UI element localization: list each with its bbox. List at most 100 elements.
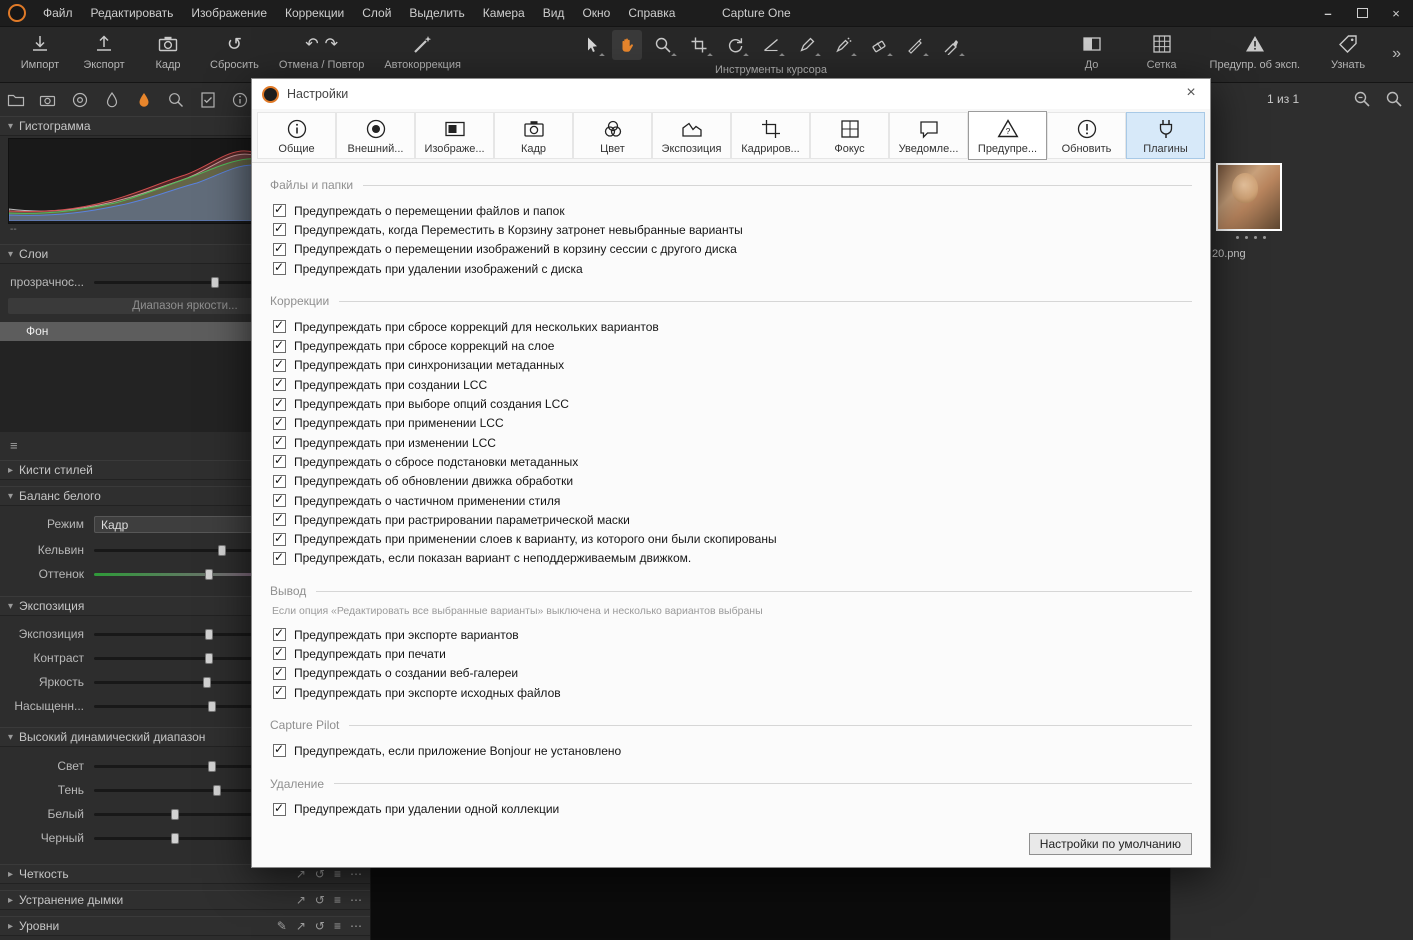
- menu-icon[interactable]: ≡: [334, 867, 341, 881]
- more-icon[interactable]: ⋯: [350, 919, 362, 933]
- menu-select[interactable]: Выделить: [400, 0, 473, 26]
- tool-tab-adjustments-selected[interactable]: [132, 88, 156, 112]
- toolbar-learn-button[interactable]: Узнать: [1318, 26, 1378, 82]
- warning-checkbox[interactable]: [273, 645, 286, 661]
- toolbar-autocorrect-button[interactable]: Автокоррекция: [376, 26, 469, 82]
- pref-tab-capture[interactable]: Кадр: [494, 112, 573, 159]
- copy-icon[interactable]: ↗: [296, 867, 306, 881]
- exposure-slider-handle-2[interactable]: [202, 677, 211, 688]
- pref-tab-plugins[interactable]: Плагины: [1126, 112, 1205, 159]
- exposure-slider-handle-1[interactable]: [205, 653, 214, 664]
- wb-slider-handle-0[interactable]: [218, 545, 227, 556]
- copy-icon[interactable]: ↗: [296, 919, 306, 933]
- dialog-close-icon[interactable]: ×: [1180, 82, 1202, 104]
- tool-tab-library[interactable]: [4, 88, 28, 112]
- layer-options-icon[interactable]: ≡: [10, 438, 18, 453]
- warning-checkbox[interactable]: [273, 801, 286, 816]
- cursor-tool-finepen[interactable]: [900, 30, 930, 60]
- toolbar-undo_redo-button[interactable]: ↶ ↷ Отмена / Повтор: [271, 26, 372, 82]
- toolbar-grid-button[interactable]: Сетка: [1132, 26, 1192, 82]
- picker-icon[interactable]: ✎: [277, 919, 287, 933]
- cursor-tool-marker[interactable]: [936, 30, 966, 60]
- warning-checkbox[interactable]: [273, 626, 286, 642]
- warning-checkbox[interactable]: [273, 241, 286, 256]
- close-window-button[interactable]: ×: [1379, 0, 1413, 26]
- cursor-tool-straighten[interactable]: [756, 30, 786, 60]
- warning-checkbox[interactable]: [273, 415, 286, 430]
- warning-checkbox[interactable]: [273, 511, 286, 527]
- menu-help[interactable]: Справка: [619, 0, 684, 26]
- toolbar-capture-button[interactable]: Кадр: [138, 26, 198, 82]
- warning-checkbox[interactable]: [273, 453, 286, 469]
- cursor-tool-dotpen[interactable]: [828, 30, 858, 60]
- menu-adjustments[interactable]: Коррекции: [276, 0, 353, 26]
- warning-checkbox[interactable]: [273, 221, 286, 237]
- pref-tab-notifications[interactable]: Уведомле...: [889, 112, 968, 159]
- warning-checkbox[interactable]: [273, 357, 286, 372]
- pref-tab-appearance[interactable]: Внешний...: [336, 112, 415, 159]
- warning-checkbox[interactable]: [273, 260, 286, 276]
- levels-panel-header[interactable]: ▸ Уровни ✎ ↗ ↺ ≡ ⋯: [0, 916, 370, 936]
- pref-tab-general[interactable]: Общие: [257, 112, 336, 159]
- menu-edit[interactable]: Редактировать: [82, 0, 183, 26]
- warning-checkbox[interactable]: [273, 492, 286, 507]
- warning-checkbox[interactable]: [273, 376, 286, 392]
- toolbar-reset-button[interactable]: ↺ Сбросить: [202, 26, 267, 82]
- cursor-tool-rotate[interactable]: [720, 30, 750, 60]
- defaults-button[interactable]: Настройки по умолчанию: [1028, 833, 1192, 855]
- tool-tab-lens[interactable]: [68, 88, 92, 112]
- warning-checkbox[interactable]: [273, 531, 286, 546]
- menu-view[interactable]: Вид: [534, 0, 574, 26]
- pref-tab-warnings[interactable]: ? Предупре...: [968, 111, 1047, 160]
- warning-checkbox[interactable]: [273, 684, 286, 700]
- menu-file[interactable]: Файл: [34, 0, 82, 26]
- menu-icon[interactable]: ≡: [334, 919, 341, 933]
- warning-checkbox[interactable]: [273, 338, 286, 353]
- more-icon[interactable]: ⋯: [350, 867, 362, 881]
- reset-icon[interactable]: ↺: [315, 893, 325, 907]
- warning-checkbox[interactable]: [273, 550, 286, 565]
- pref-tab-image[interactable]: Изображе...: [415, 112, 494, 159]
- pref-tab-update[interactable]: Обновить: [1047, 112, 1126, 159]
- menu-camera[interactable]: Камера: [474, 0, 534, 26]
- copy-icon[interactable]: ↗: [296, 893, 306, 907]
- exposure-slider-handle-0[interactable]: [205, 629, 214, 640]
- warning-checkbox[interactable]: [273, 473, 286, 488]
- dialog-titlebar[interactable]: Настройки ×: [252, 79, 1210, 110]
- tool-tab-ink[interactable]: [100, 88, 124, 112]
- cursor-tool-pan[interactable]: [612, 30, 642, 60]
- cursor-tool-loupe[interactable]: [648, 30, 678, 60]
- menu-layer[interactable]: Слой: [353, 0, 400, 26]
- pref-tab-focus[interactable]: Фокус: [810, 112, 889, 159]
- toolbar-export-button[interactable]: Экспорт: [74, 26, 134, 82]
- tool-tab-zoom[interactable]: [164, 88, 188, 112]
- exposure-slider-handle-3[interactable]: [207, 701, 216, 712]
- reset-icon[interactable]: ↺: [315, 919, 325, 933]
- opacity-slider-handle[interactable]: [210, 277, 219, 288]
- menu-window[interactable]: Окно: [573, 0, 619, 26]
- warning-checkbox[interactable]: [273, 742, 286, 758]
- menu-icon[interactable]: ≡: [334, 893, 341, 907]
- warning-checkbox[interactable]: [273, 396, 286, 411]
- cursor-tool-pointer[interactable]: [576, 30, 606, 60]
- toolbar-import-button[interactable]: Импорт: [10, 26, 70, 82]
- search-icon[interactable]: [1385, 90, 1403, 111]
- tool-tab-capture[interactable]: [36, 88, 60, 112]
- hdr-slider-handle-2[interactable]: [171, 809, 180, 820]
- cursor-tool-pen[interactable]: [792, 30, 822, 60]
- reset-icon[interactable]: ↺: [315, 867, 325, 881]
- pref-tab-color[interactable]: Цвет: [573, 112, 652, 159]
- menu-image[interactable]: Изображение: [182, 0, 276, 26]
- pref-tab-exposure[interactable]: Экспозиция: [652, 112, 731, 159]
- toolbar-exposure_warning-button[interactable]: Предупр. об эксп.: [1202, 26, 1309, 82]
- warning-checkbox[interactable]: [273, 202, 286, 218]
- warning-checkbox[interactable]: [273, 434, 286, 450]
- pref-tab-crop[interactable]: Кадриров...: [731, 112, 810, 159]
- hdr-slider-handle-0[interactable]: [207, 761, 216, 772]
- warning-checkbox[interactable]: [273, 318, 286, 334]
- hdr-slider-handle-1[interactable]: [213, 785, 222, 796]
- tool-tab-checklist[interactable]: [196, 88, 220, 112]
- maximize-button[interactable]: [1345, 0, 1379, 26]
- cursor-tool-crop[interactable]: [684, 30, 714, 60]
- tool-tab-info[interactable]: [228, 88, 252, 112]
